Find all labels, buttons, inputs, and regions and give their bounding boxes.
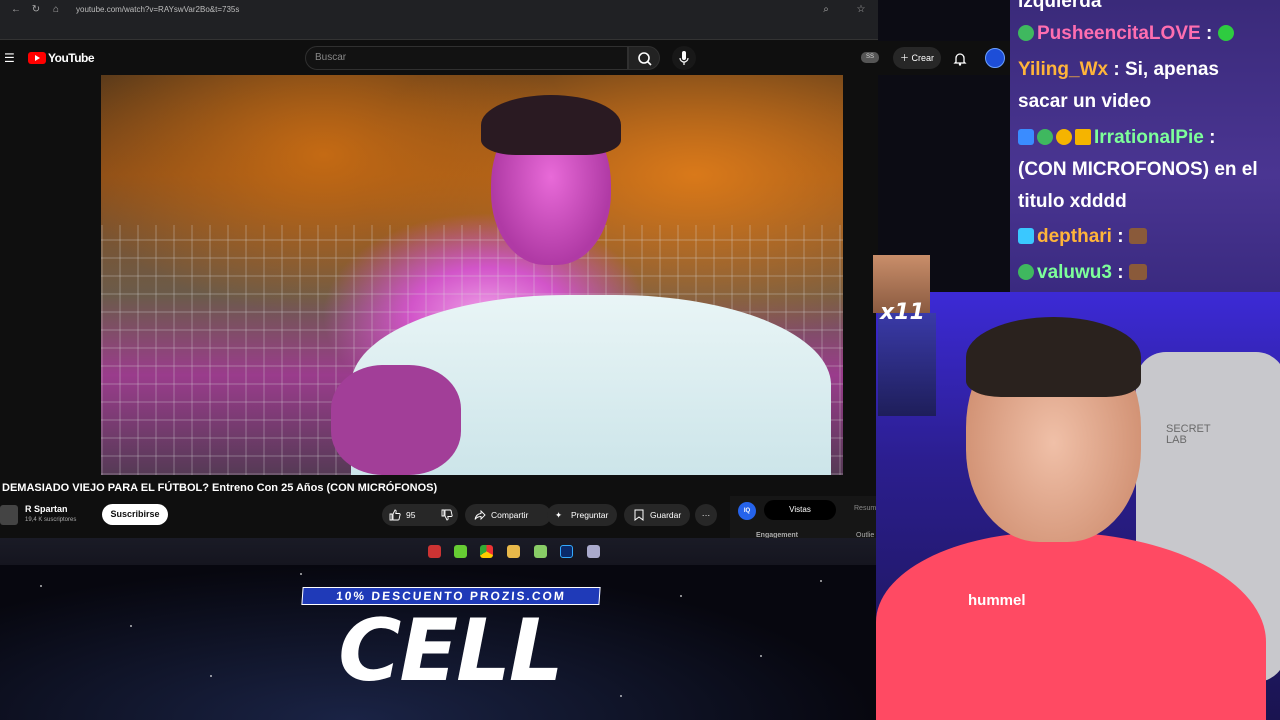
bookmark-icon [634,509,644,521]
chair-brand: SECRET LAB [1166,424,1211,446]
stream-chat: izquierda PusheencitaLOVE : Yiling_Wx : … [1010,0,1280,292]
share-icon [474,509,486,521]
back-icon[interactable]: ← [10,4,22,16]
like-count: 95 [406,510,416,520]
chat-username[interactable]: PusheencitaLOVE [1037,23,1201,44]
chat-line: IrrationalPie : [1018,122,1215,154]
app-icon[interactable] [454,545,467,558]
youtube-logo-icon[interactable] [28,52,46,64]
like-button[interactable]: 95 [382,504,458,526]
zoom-icon[interactable]: ⌕ [820,4,832,16]
bookmark-star-icon[interactable]: ☆ [855,4,867,16]
channel-name[interactable]: R Spartan [25,504,68,514]
share-label: Compartir [491,510,529,520]
webcam-feed: SECRET LAB hummel [876,292,1280,720]
emote-alert-count: x11 [880,300,925,325]
video-player[interactable] [101,75,843,475]
create-button[interactable]: ＋ Crear [893,47,941,69]
voice-search-button[interactable] [672,46,696,70]
star [620,695,622,697]
badge-icon [1018,228,1034,244]
save-button[interactable]: Guardar [624,504,690,526]
star [760,655,762,657]
tab-vistas[interactable]: Vistas [764,500,836,520]
youtube-logo-text[interactable]: YouTube [48,51,95,65]
crown-icon [1075,129,1091,145]
reload-icon[interactable]: ↻ [30,4,42,16]
more-actions-button[interactable]: ··· [695,504,717,526]
chat-line: PusheencitaLOVE : [1018,18,1237,50]
emote-alert-strip [878,313,936,416]
chat-line: sacar un video [1018,91,1152,112]
chat-username[interactable]: valuwu3 [1037,262,1112,283]
video-frame-hair [481,95,621,155]
emote-icon [1217,25,1234,41]
sparkle-icon: ✦ [555,510,563,520]
microphone-icon [679,51,689,65]
badge-icon [1018,264,1034,280]
star [40,585,42,587]
folder-icon[interactable] [507,545,520,558]
browser-toolbar: ← ↻ ⌂ youtube.com/watch?v=RAYswVar2Bo&t=… [0,0,878,20]
tab-resumen[interactable]: Resum [854,505,876,512]
chat-message: Si, apenas [1124,59,1219,80]
dislike-button[interactable] [437,504,457,526]
ask-button[interactable]: ✦ Preguntar [547,504,617,526]
subscriber-count: 19,4 K suscriptores [25,517,77,523]
badge-icon [1037,129,1053,145]
overlay-title: CELL [338,601,563,701]
channel-avatar[interactable] [0,505,18,525]
badge-icon [1018,129,1034,145]
search-button[interactable] [628,46,660,70]
plus-icon: ＋ [899,53,912,63]
iq-badge[interactable]: IQ [738,502,756,520]
star [300,573,302,575]
ss-badge[interactable]: SS [861,52,879,63]
chat-username[interactable]: Yiling_Wx [1018,59,1108,80]
star [130,625,132,627]
app-icon[interactable] [428,545,441,558]
thumbs-down-icon [441,509,453,521]
share-button[interactable]: Compartir [465,504,551,526]
chat-username[interactable]: IrrationalPie [1094,127,1204,148]
app-icon[interactable] [587,545,600,558]
star [210,675,212,677]
create-label: Crear [911,53,935,63]
chat-line: depthari : [1018,221,1147,253]
ask-label: Preguntar [571,510,609,520]
badge-icon [1056,129,1072,145]
shirt-brand: hummel [968,592,1026,609]
chat-line: (CON MICROFONOS) en el [1018,159,1258,180]
emote-icon [1128,264,1147,280]
chair-brand-line-2: LAB [1166,434,1187,446]
star [820,580,822,582]
chat-line: titulo xdddd [1018,191,1127,212]
star [680,595,682,597]
subscribe-button[interactable]: Suscribirse [102,504,168,525]
chat-line: valuwu3 : [1018,257,1147,289]
menu-icon[interactable]: ☰ [4,51,15,65]
app-icon[interactable] [534,545,547,558]
photoshop-icon[interactable] [560,545,573,558]
chrome-icon[interactable] [480,545,493,558]
address-bar[interactable]: youtube.com/watch?v=RAYswVar2Bo&t=735s [76,3,676,17]
thumbs-up-icon [389,509,401,521]
save-label: Guardar [650,510,682,520]
streamer-hair [966,317,1141,397]
youtube-header: ☰ YouTube Buscar SS ＋ Crear [0,41,1015,75]
bookmarks-bar [0,20,878,54]
account-avatar[interactable] [985,48,1005,68]
chat-line: izquierda [1018,0,1102,12]
badge-icon [1018,25,1034,41]
home-icon[interactable]: ⌂ [50,4,62,16]
notifications-bell-icon[interactable] [952,51,968,67]
chat-line: Yiling_Wx : Si, apenas [1018,59,1219,80]
video-title: DEMASIADO VIEJO PARA EL FÚTBOL? Entreno … [2,482,438,494]
emote-icon [1128,228,1147,244]
search-input[interactable]: Buscar [305,46,628,70]
video-frame-hand [331,365,461,475]
search-icon [638,52,652,66]
chat-username[interactable]: depthari [1037,226,1112,247]
